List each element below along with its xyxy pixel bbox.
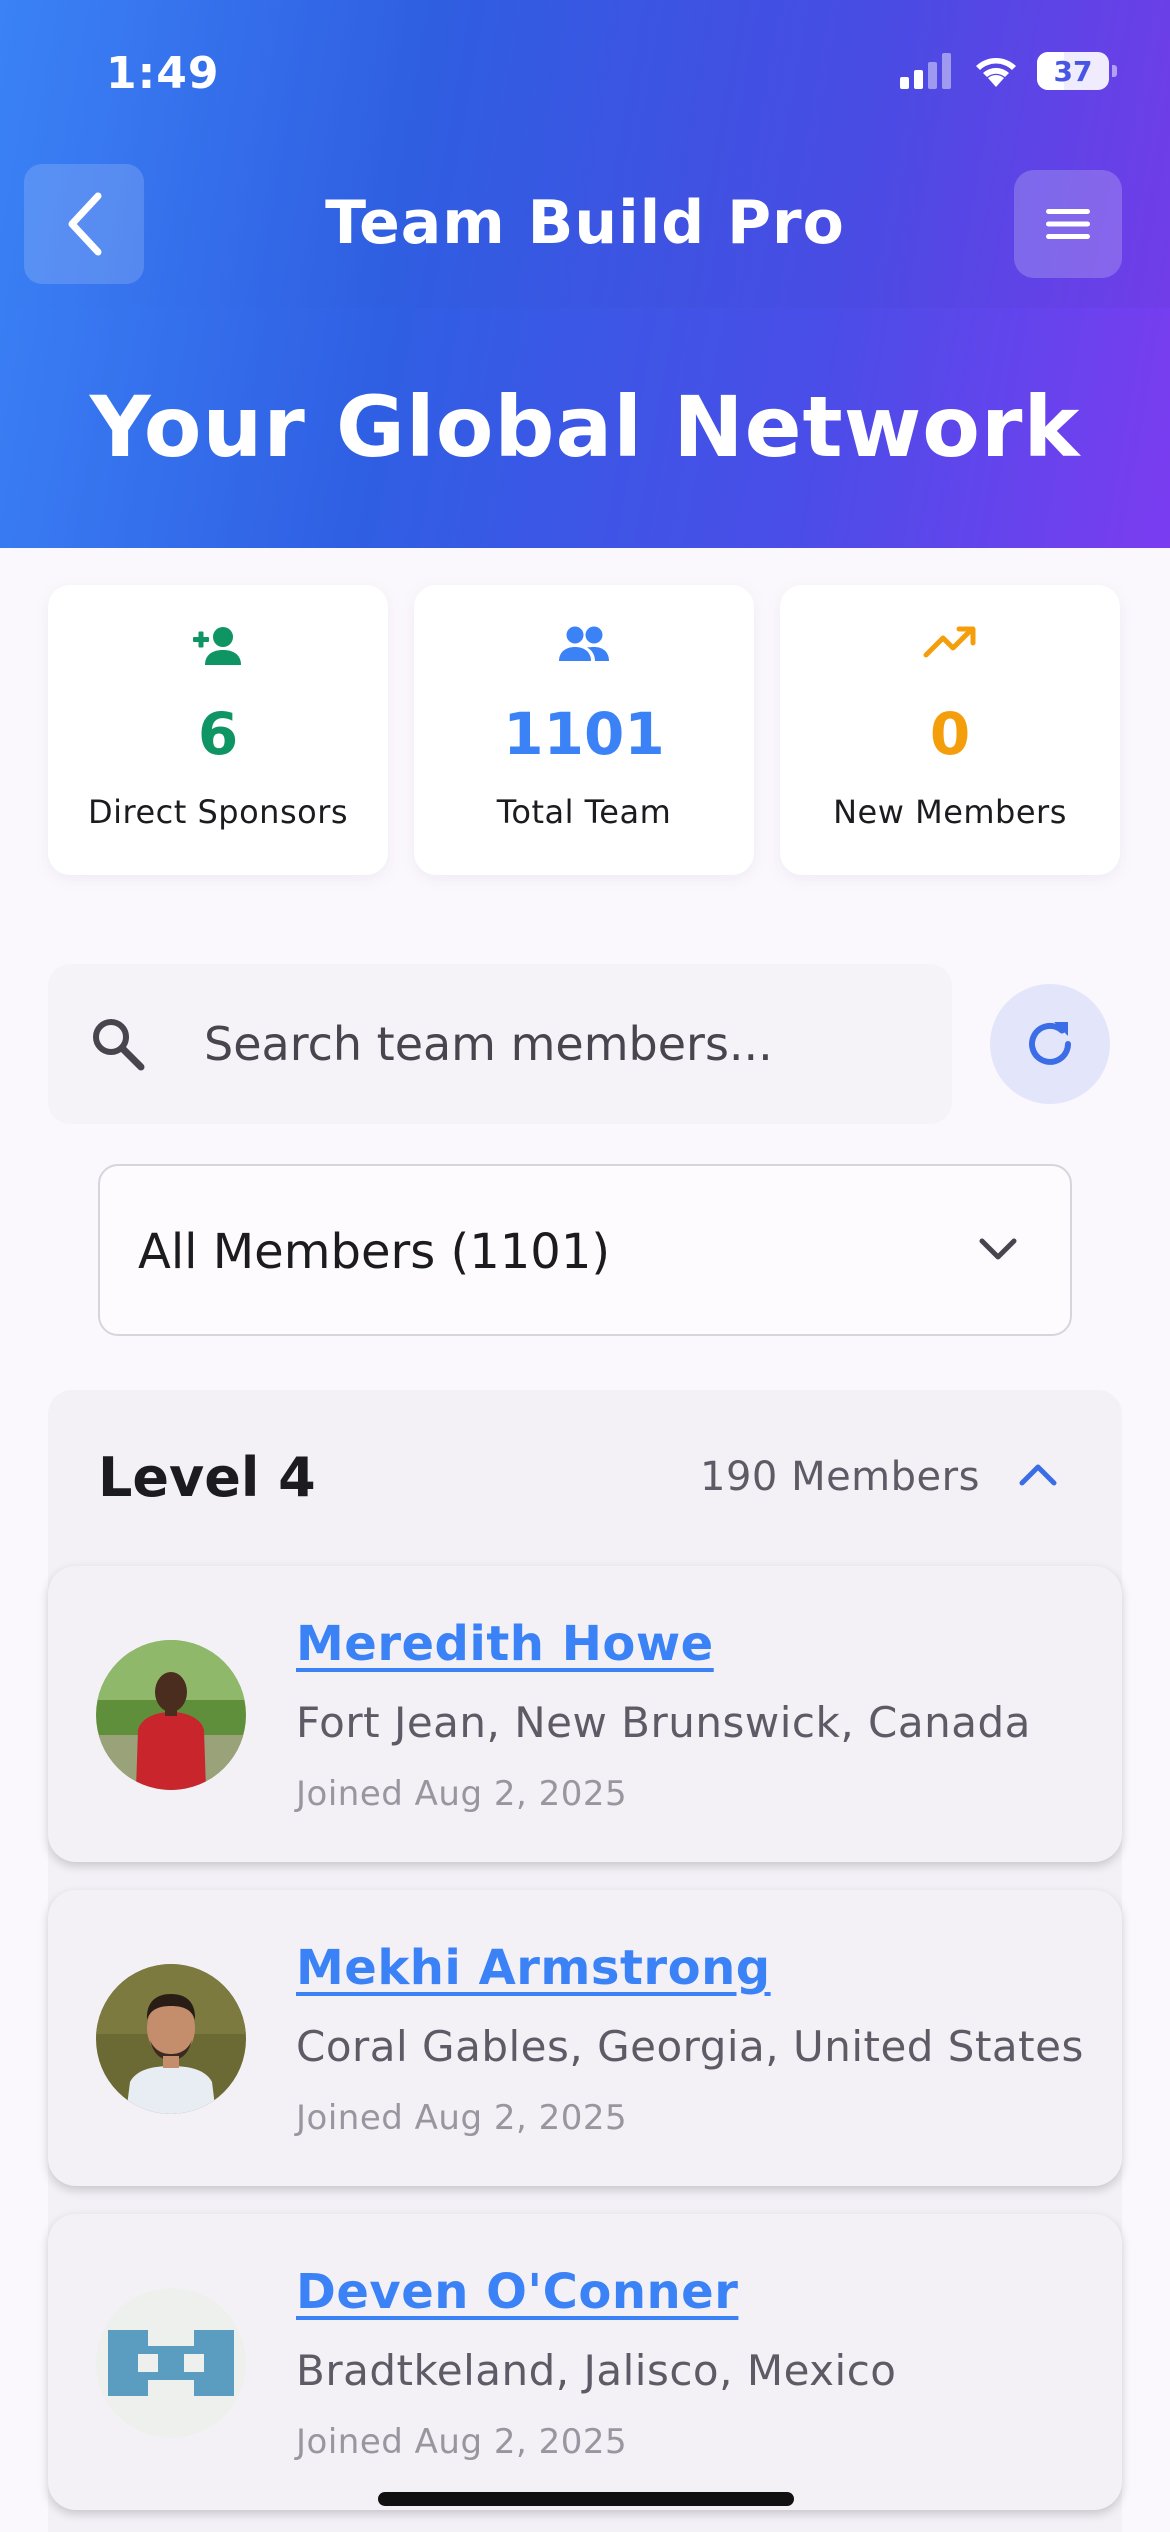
refresh-button[interactable] bbox=[990, 984, 1110, 1104]
filter-selected-value: All Members (1101) bbox=[138, 1224, 611, 1280]
member-name-link[interactable]: Deven O'Conner bbox=[296, 2264, 738, 2320]
member-card[interactable]: Deven O'Conner Bradtkeland, Jalisco, Mex… bbox=[48, 2214, 1122, 2510]
stat-card-new-members[interactable]: 0 New Members bbox=[780, 585, 1120, 875]
stat-value-total-team: 1101 bbox=[503, 700, 665, 768]
level-member-count: 190 Members bbox=[700, 1454, 980, 1500]
member-location: Coral Gables, Georgia, United States bbox=[296, 2022, 1084, 2071]
level-title: Level 4 bbox=[98, 1446, 316, 1509]
header: 1:49 37 Team Build Pro Your Global Netwo… bbox=[0, 0, 1170, 548]
avatar bbox=[96, 1640, 246, 1790]
member-filter-dropdown[interactable]: All Members (1101) bbox=[98, 1164, 1072, 1336]
member-joined-date: Joined Aug 2, 2025 bbox=[296, 1774, 628, 1814]
search-box[interactable] bbox=[48, 964, 952, 1124]
battery-icon: 37 bbox=[1037, 52, 1109, 90]
hero-title: Your Global Network bbox=[89, 378, 1081, 476]
app-title: Team Build Pro bbox=[325, 188, 845, 258]
member-joined-date: Joined Aug 2, 2025 bbox=[296, 2422, 628, 2462]
stat-label-new-members: New Members bbox=[833, 793, 1067, 831]
cellular-signal-icon bbox=[900, 53, 951, 89]
app-bar bbox=[0, 0, 1170, 308]
stat-label-total-team: Total Team bbox=[496, 793, 672, 831]
hamburger-menu-icon bbox=[1046, 209, 1090, 239]
stat-card-direct-sponsors[interactable]: 6 Direct Sponsors bbox=[48, 585, 388, 875]
search-icon bbox=[93, 1019, 145, 1071]
status-icons: 37 bbox=[900, 52, 1117, 90]
home-indicator[interactable] bbox=[378, 2492, 794, 2506]
member-name-link[interactable]: Mekhi Armstrong bbox=[296, 1940, 771, 1996]
member-location: Fort Jean, New Brunswick, Canada bbox=[296, 1698, 1031, 1747]
refresh-icon bbox=[1029, 1022, 1071, 1065]
member-joined-date: Joined Aug 2, 2025 bbox=[296, 2098, 628, 2138]
chevron-up-icon[interactable] bbox=[1016, 1460, 1060, 1490]
avatar bbox=[96, 1964, 246, 2114]
battery-level: 37 bbox=[1053, 54, 1093, 88]
stat-value-direct-sponsors: 6 bbox=[197, 700, 239, 768]
member-name-link[interactable]: Meredith Howe bbox=[296, 1616, 714, 1672]
chevron-down-icon bbox=[979, 1238, 1017, 1260]
stat-card-total-team[interactable]: 1101 Total Team bbox=[414, 585, 754, 875]
avatar bbox=[96, 2288, 246, 2438]
member-card[interactable]: Mekhi Armstrong Coral Gables, Georgia, U… bbox=[48, 1890, 1122, 2186]
status-time: 1:49 bbox=[106, 48, 220, 99]
person-add-icon bbox=[193, 627, 241, 665]
trending-up-icon bbox=[923, 626, 976, 658]
stat-value-new-members: 0 bbox=[929, 700, 971, 768]
group-icon bbox=[559, 626, 609, 661]
menu-button[interactable] bbox=[1014, 170, 1122, 278]
stat-label-direct-sponsors: Direct Sponsors bbox=[87, 793, 349, 831]
wifi-icon bbox=[976, 58, 1016, 87]
search-input[interactable] bbox=[204, 1008, 904, 1080]
member-card[interactable]: Meredith Howe Fort Jean, New Brunswick, … bbox=[48, 1566, 1122, 1862]
member-location: Bradtkeland, Jalisco, Mexico bbox=[296, 2346, 897, 2395]
